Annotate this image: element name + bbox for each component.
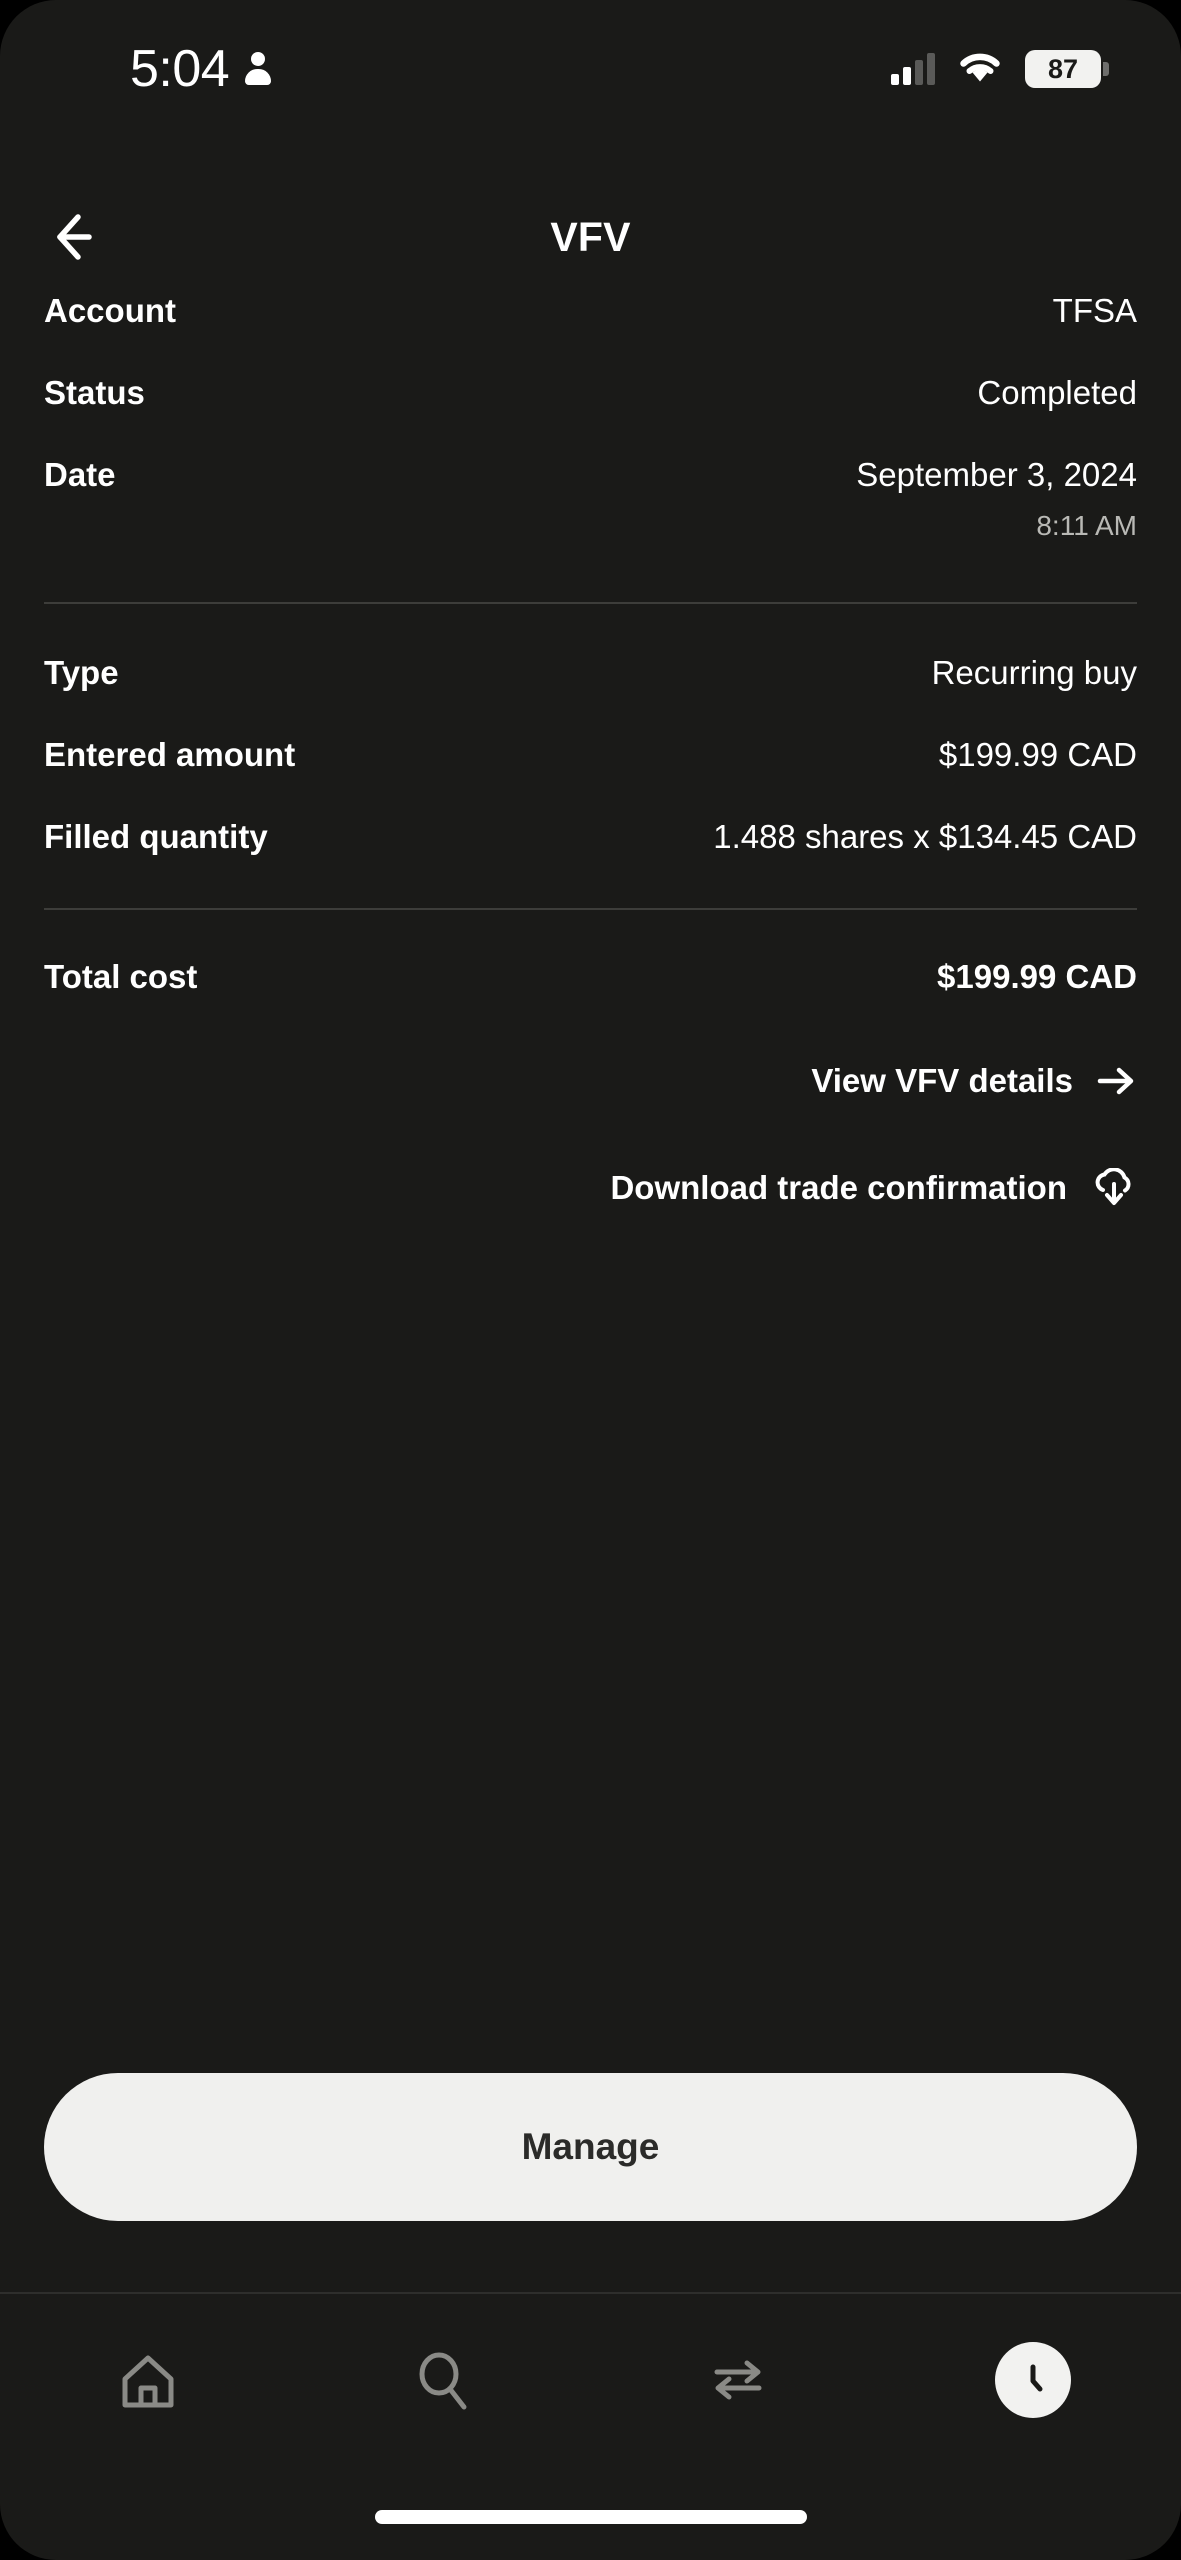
nav-item-transfer[interactable] — [591, 2332, 886, 2428]
manage-button-label: Manage — [521, 2126, 660, 2167]
status-time: 5:04 — [130, 40, 230, 98]
person-icon — [245, 52, 272, 86]
table-row: Date September 3, 2024 — [44, 456, 1137, 494]
arrow-right-icon — [1097, 1067, 1134, 1095]
status-bar-left: 5:04 — [130, 40, 272, 98]
row-label-account: Account — [44, 292, 176, 329]
details-section-order: Type Recurring buy Entered amount $199.9… — [0, 604, 1181, 856]
row-value-account: TFSA — [1052, 292, 1137, 329]
row-value-status: Completed — [977, 374, 1137, 411]
row-value-filled-quantity: 1.488 shares x $134.45 CAD — [713, 818, 1137, 855]
status-bar: 5:04 87 — [0, 0, 1181, 138]
row-label-date: Date — [44, 456, 116, 493]
row-label-total-cost: Total cost — [44, 958, 198, 995]
download-label: Download trade confirmation — [610, 1169, 1067, 1206]
row-label-filled-quantity: Filled quantity — [44, 818, 268, 855]
row-value-date: September 3, 2024 — [856, 456, 1137, 493]
clock-icon — [1030, 2364, 1043, 2392]
nav-header: VFV — [0, 182, 1181, 292]
row-value-time: 8:11 AM — [1036, 510, 1137, 541]
row-value-total-cost: $199.99 CAD — [937, 958, 1137, 995]
row-value-type: Recurring buy — [931, 654, 1137, 691]
status-bar-right: 87 — [891, 50, 1109, 89]
details-section-total: Total cost $199.99 CAD — [0, 910, 1181, 996]
battery-body: 87 — [1025, 50, 1101, 88]
row-label-type: Type — [44, 654, 119, 691]
table-row: Status Completed — [44, 374, 1137, 412]
battery-tip — [1103, 62, 1109, 76]
details-section-account: Account TFSA Status Completed Date Septe… — [0, 292, 1181, 542]
table-row: Total cost $199.99 CAD — [44, 958, 1137, 996]
battery-icon: 87 — [1025, 50, 1109, 88]
row-value-entered-amount: $199.99 CAD — [938, 736, 1137, 773]
transaction-details: Account TFSA Status Completed Date Septe… — [0, 292, 1181, 1208]
table-row: Type Recurring buy — [44, 654, 1137, 692]
nav-item-activity[interactable] — [886, 2332, 1181, 2428]
page-title: VFV — [550, 213, 631, 260]
wifi-icon — [957, 50, 1003, 89]
cloud-download-icon — [1095, 1168, 1131, 1205]
back-button[interactable] — [44, 197, 124, 277]
row-label-entered-amount: Entered amount — [44, 736, 296, 773]
row-label-status: Status — [44, 374, 145, 411]
table-row: Entered amount $199.99 CAD — [44, 736, 1137, 774]
battery-level-text: 87 — [1047, 53, 1079, 84]
bottom-navigation-bar — [0, 2292, 1181, 2478]
view-details-link[interactable]: View VFV details — [0, 1062, 1181, 1100]
download-trade-confirmation-link[interactable]: Download trade confirmation — [0, 1168, 1181, 1208]
active-tab-indicator — [995, 2342, 1072, 2418]
manage-button[interactable]: Manage — [44, 2073, 1137, 2221]
arrow-left-icon — [57, 214, 92, 260]
signal-bars-icon — [891, 53, 935, 85]
home-icon — [122, 2355, 174, 2408]
home-indicator — [374, 2510, 807, 2524]
transfer-arrows-icon — [714, 2360, 762, 2400]
nav-item-home[interactable] — [0, 2332, 295, 2428]
phone-screen: 5:04 87 VFV Account TFSA Status Complete… — [0, 0, 1181, 2560]
nav-item-search[interactable] — [295, 2332, 590, 2428]
view-details-label: View VFV details — [811, 1062, 1073, 1099]
search-icon — [419, 2352, 467, 2410]
table-row: Filled quantity 1.488 shares x $134.45 C… — [44, 818, 1137, 856]
table-row: Account TFSA — [44, 292, 1137, 330]
